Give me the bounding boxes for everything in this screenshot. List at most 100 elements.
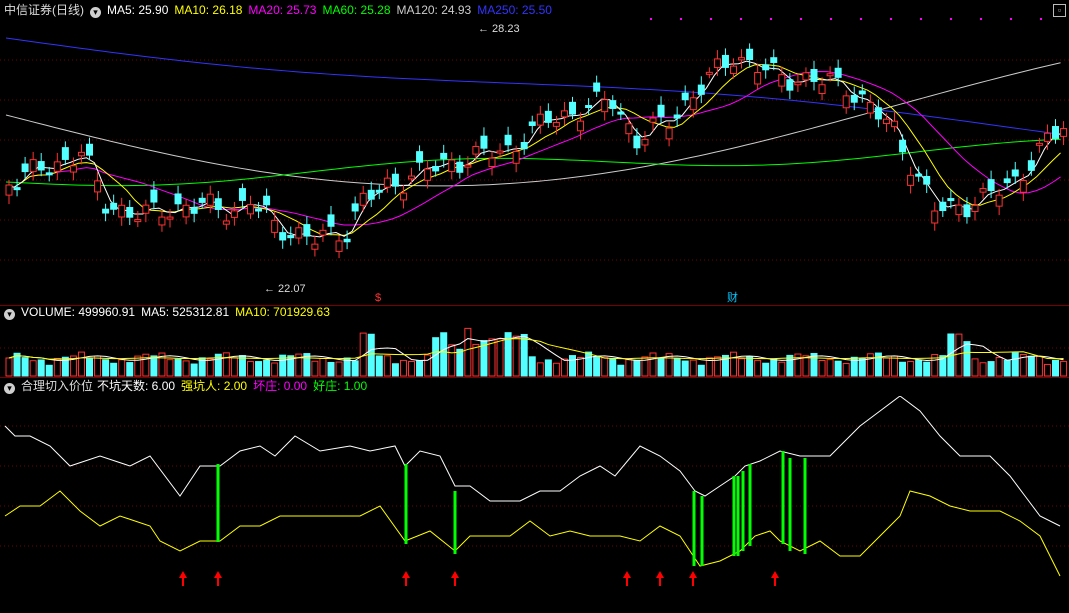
candle-body	[21, 163, 29, 173]
red-up-arrow-icon	[214, 571, 222, 578]
volume-bar	[150, 355, 158, 377]
candle-body	[778, 74, 786, 87]
candle-body	[665, 127, 673, 140]
low-price-label: ← 22.07	[264, 283, 306, 295]
volume-bar	[560, 358, 568, 377]
volume-bar	[1043, 363, 1051, 377]
candle-body	[593, 82, 601, 92]
candle-body	[94, 180, 102, 193]
volume-bar	[94, 355, 102, 377]
volume-bar	[593, 356, 601, 377]
candle-body	[496, 150, 504, 154]
volume-bar	[633, 359, 641, 377]
volume-bar	[448, 344, 456, 377]
volume-bar	[327, 361, 335, 377]
volume-bar	[520, 333, 528, 377]
event-marker	[950, 18, 952, 20]
candle-body	[609, 100, 617, 109]
volume-bar	[689, 359, 697, 377]
event-marker	[1040, 18, 1042, 20]
event-marker	[740, 18, 742, 20]
volume-bar	[222, 352, 230, 377]
volume-bar	[673, 357, 681, 377]
volume-bar	[1035, 355, 1043, 377]
candle-body	[657, 104, 665, 117]
volume-bar	[971, 358, 979, 377]
stock-chart-window: 中信证券(日线) ▾ MA5: 25.90 MA10: 26.18 MA20: 25.7…	[0, 0, 1069, 613]
volume-bar	[842, 363, 850, 377]
candle-body	[713, 58, 721, 69]
event-marker	[890, 18, 892, 20]
volume-bar	[923, 361, 931, 377]
candle-body	[263, 195, 271, 206]
volume-bar	[424, 354, 432, 377]
candle-body	[979, 188, 987, 193]
candle-body	[1019, 179, 1027, 193]
candle-body	[617, 111, 625, 115]
volume-bar	[528, 356, 536, 377]
candle-body	[424, 168, 432, 181]
candle-body	[802, 72, 810, 81]
red-up-arrow-icon	[656, 571, 664, 578]
volume-bar	[1060, 360, 1068, 377]
volume-bar	[609, 358, 617, 377]
volume-bar	[907, 361, 915, 377]
candle-body	[794, 81, 802, 86]
volume-bar	[979, 362, 987, 377]
volume-chart[interactable]	[0, 318, 1069, 378]
candle-body	[198, 197, 206, 203]
candle-body	[222, 220, 230, 225]
candle-body	[738, 57, 746, 61]
volume-bar	[544, 359, 552, 377]
chevron-down-icon[interactable]: ▾	[4, 383, 15, 394]
event-marker	[770, 18, 772, 20]
red-up-arrow-icon	[402, 571, 410, 578]
price-chart[interactable]: ← 28.23← 22.07$ 财	[0, 0, 1069, 305]
candle-body	[1003, 178, 1011, 184]
candle-body	[464, 164, 472, 168]
volume-bar	[536, 362, 544, 377]
volume-bar	[53, 357, 61, 377]
volume-bar	[625, 359, 633, 377]
candle-body	[247, 204, 254, 215]
volume-bar	[255, 361, 263, 377]
candle-body	[528, 121, 536, 126]
candle-body	[432, 165, 440, 172]
volume-bar	[915, 359, 923, 377]
candle-body	[544, 110, 552, 123]
event-marker	[800, 18, 802, 20]
candle-body	[625, 123, 633, 135]
candle-body	[53, 161, 61, 172]
volume-bar	[963, 341, 971, 377]
candle-body	[552, 122, 560, 127]
volume-bar	[408, 361, 415, 377]
candle-body	[673, 114, 681, 119]
candle-body	[939, 201, 947, 212]
volume-bar	[5, 357, 13, 377]
high-price-label: ← 28.23	[478, 23, 520, 35]
volume-bar	[247, 361, 254, 377]
volume-bar	[102, 359, 110, 377]
volume-bar	[367, 333, 375, 377]
candle-body	[158, 216, 166, 226]
volume-bar	[762, 362, 770, 377]
volume-bar	[899, 361, 907, 377]
red-up-arrow-icon	[451, 571, 459, 578]
volume-bar	[110, 362, 118, 377]
candle-body	[37, 161, 45, 171]
volume-bar	[416, 360, 424, 377]
candle-body	[899, 139, 907, 153]
candle-body	[166, 216, 174, 220]
volume-bar	[818, 359, 826, 377]
volume-bar	[834, 360, 842, 377]
volume-bar	[1011, 352, 1019, 377]
candle-body	[456, 161, 464, 173]
candle-body	[1052, 126, 1059, 140]
indicator-chart[interactable]	[0, 396, 1069, 613]
indicator-title: 合理切入价位	[21, 379, 94, 393]
candle-body	[150, 189, 158, 203]
volume-bar	[770, 359, 778, 377]
candle-body	[891, 120, 898, 128]
volume-bar	[359, 332, 367, 377]
volume-bar	[987, 361, 995, 377]
